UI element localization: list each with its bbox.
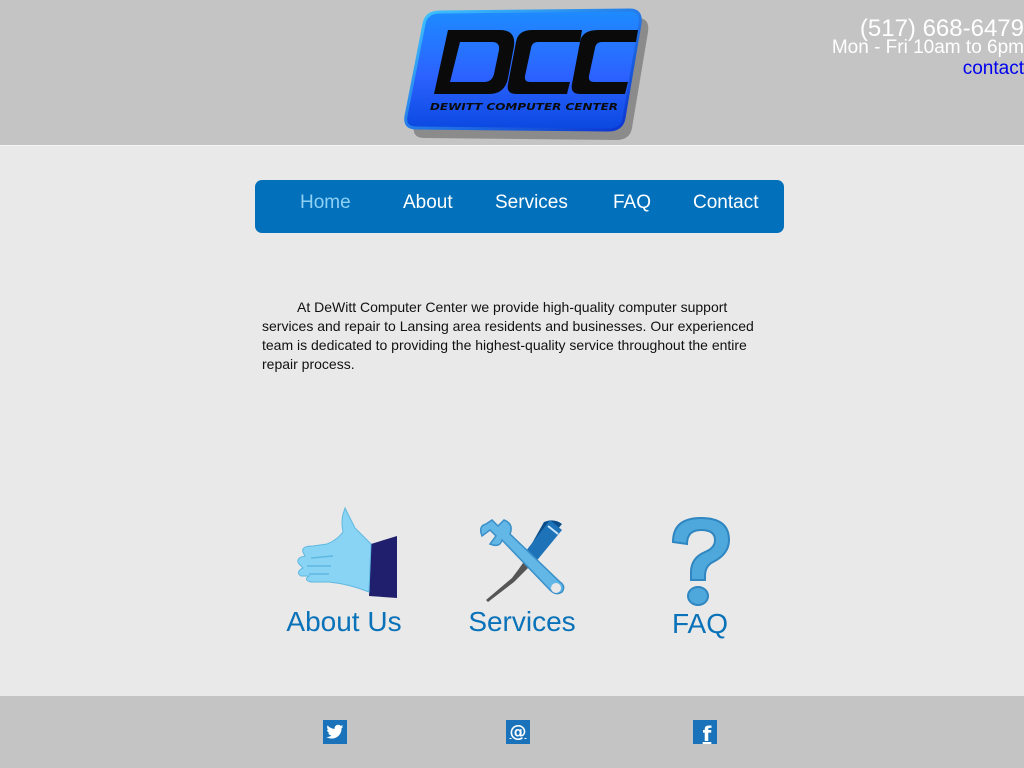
email-icon[interactable]: @ [506,720,530,744]
facebook-icon[interactable]: f [693,720,717,744]
feature-services[interactable]: Services [462,516,582,638]
main-nav: Home About Services FAQ Contact [255,180,784,233]
site-footer: @ f [0,696,1024,768]
feature-label: About Us [286,606,402,637]
dcc-logo[interactable]: DEWITT COMPUTER CENTER [404,6,654,142]
logo-subtitle: DEWITT COMPUTER CENTER [430,102,618,113]
business-hours: Mon - Fri 10am to 6pm [831,37,1024,58]
feature-about-us[interactable]: About Us [284,506,404,638]
tools-icon [479,519,565,602]
nav-contact[interactable]: Contact [693,192,758,214]
nav-services[interactable]: Services [495,192,568,214]
f-glyph: f [702,722,712,746]
nav-about[interactable]: About [403,192,453,214]
handshake-icon [297,506,397,598]
twitter-icon[interactable] [323,720,347,744]
nav-faq[interactable]: FAQ [613,192,651,214]
intro-paragraph: At DeWitt Computer Center we provide hig… [262,299,754,372]
contact-info: (517) 668-6479 Mon - Fri 10am to 6pm con… [832,15,1024,80]
contact-link[interactable]: contact [832,58,1024,80]
at-sign-glyph: @ [509,721,527,742]
question-mark-icon [671,516,731,606]
nav-home[interactable]: Home [300,192,351,214]
feature-label: Services [468,606,576,637]
feature-label: FAQ [671,608,728,639]
site-header: DEWITT COMPUTER CENTER (517) 668-6479 Mo… [0,0,1024,146]
twitter-bird-glyph [326,724,344,739]
feature-faq[interactable]: FAQ [650,514,750,640]
